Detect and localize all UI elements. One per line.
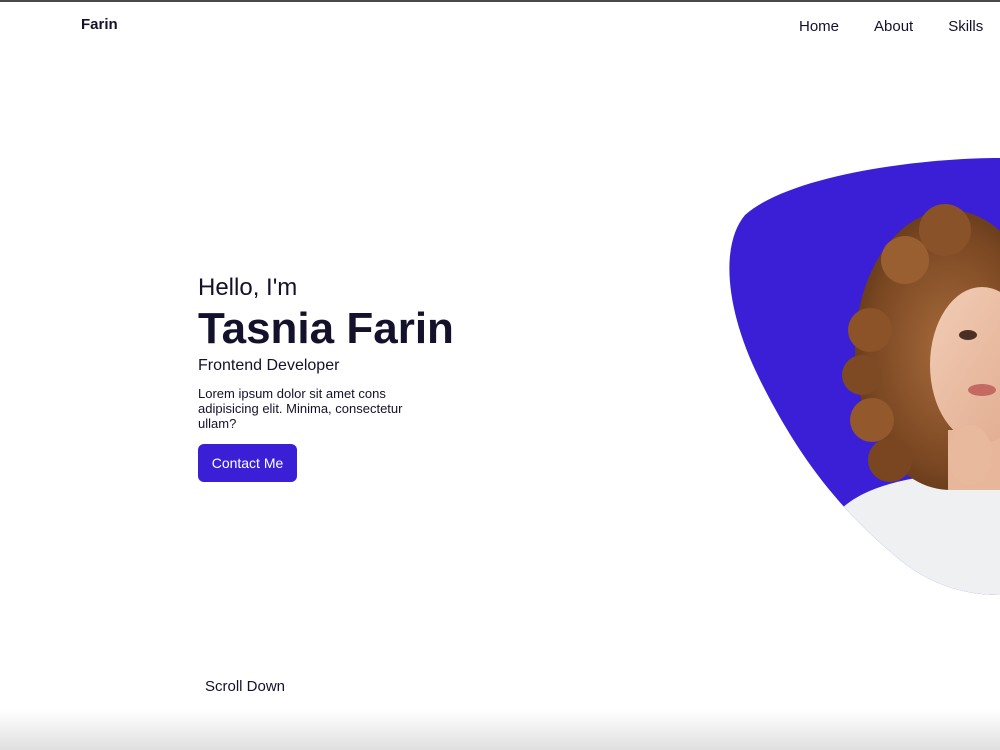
nav-link-skills[interactable]: Skills (948, 18, 983, 35)
nav-link-about[interactable]: About (874, 18, 913, 35)
hero-name: Tasnia Farin (198, 304, 454, 353)
hero-text: Hello, I'm Tasnia Farin Frontend Develop… (198, 274, 618, 482)
nav-link-home[interactable]: Home (799, 18, 839, 35)
bottom-fade (0, 710, 1000, 750)
hero-role: Frontend Developer (198, 357, 340, 374)
page: Farin Home About Skills Hello, I'm Tasni… (0, 0, 1000, 750)
main-nav: Home About Skills (799, 18, 983, 35)
scroll-down-link[interactable]: Scroll Down (205, 678, 285, 695)
brand-logo[interactable]: Farin (81, 16, 118, 33)
hero-description: Lorem ipsum dolor sit amet cons adipisic… (198, 386, 403, 431)
hero-greeting: Hello, I'm (198, 274, 298, 301)
window-top-edge (0, 0, 1000, 2)
hero-portrait-blob (729, 158, 1000, 595)
contact-me-button[interactable]: Contact Me (198, 444, 297, 482)
